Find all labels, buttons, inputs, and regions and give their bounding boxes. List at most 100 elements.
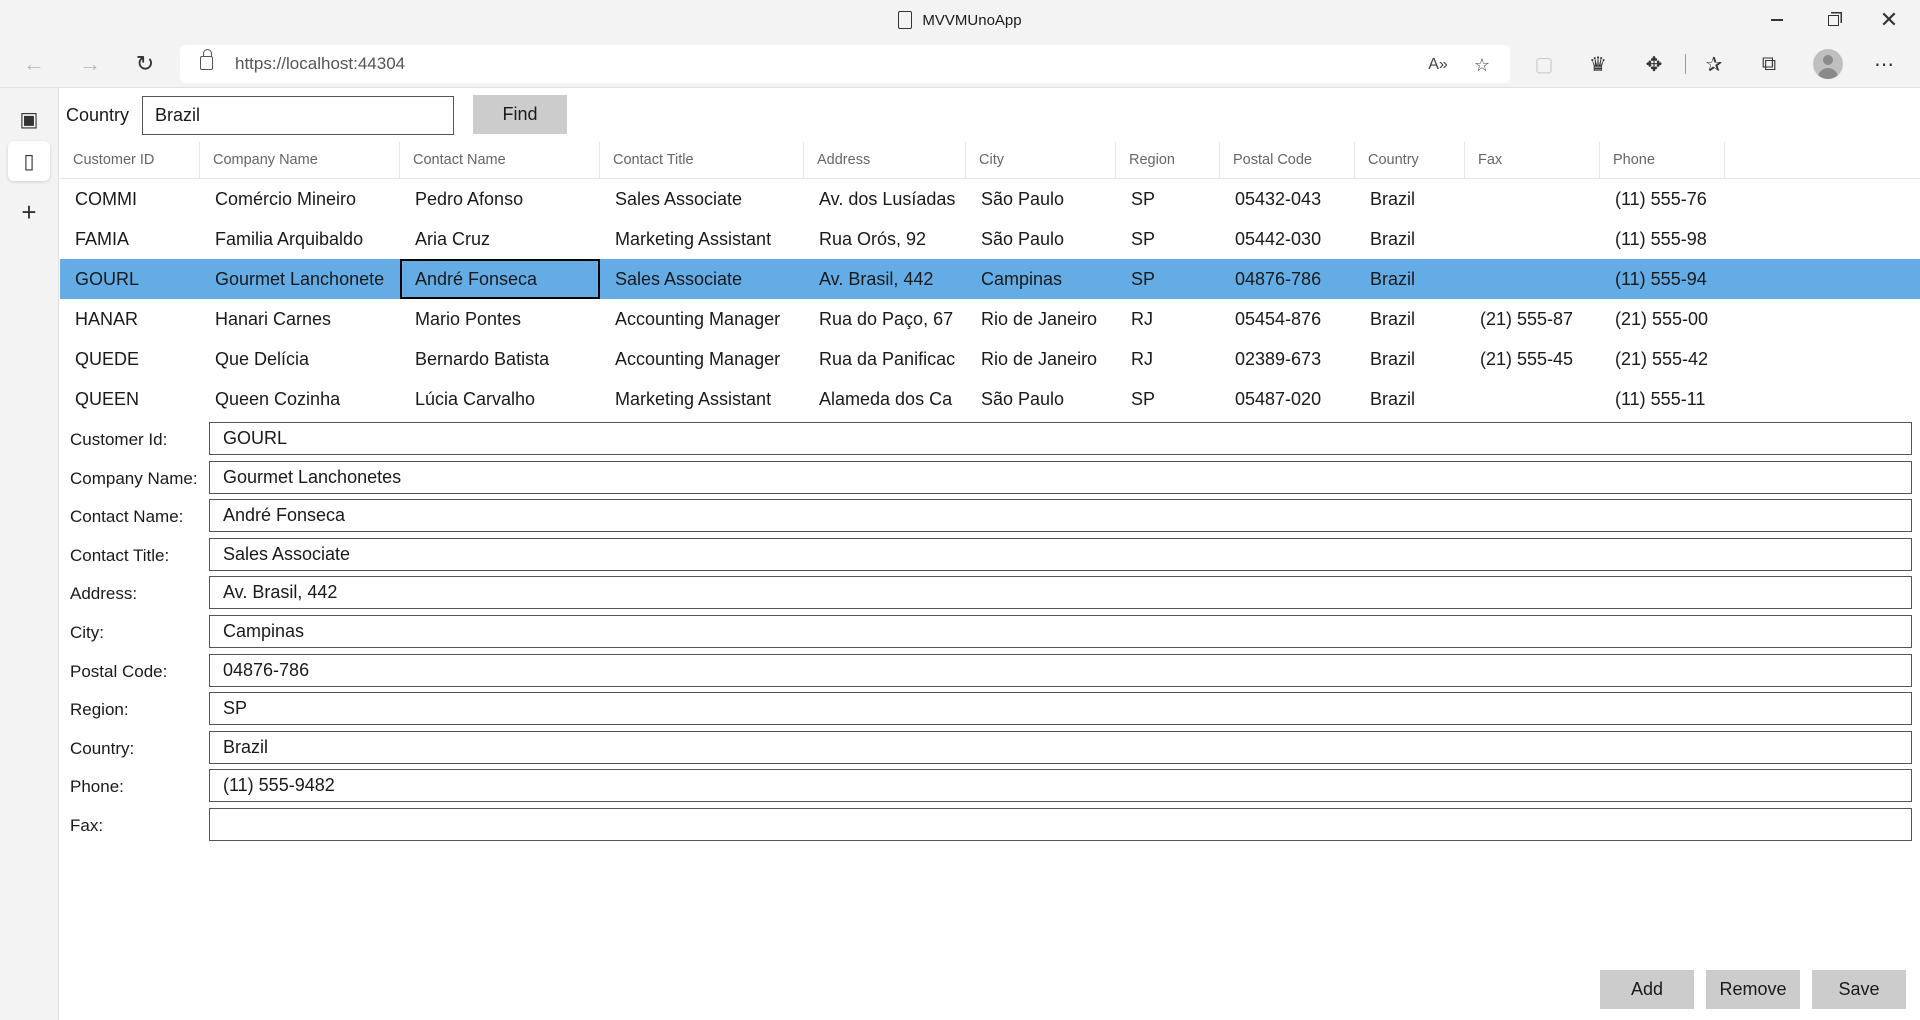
cell-address[interactable]: Av. dos Lusíadas bbox=[804, 179, 966, 219]
cell-country[interactable]: Brazil bbox=[1355, 339, 1465, 379]
cell-contact-name[interactable]: Mario Pontes bbox=[400, 299, 600, 339]
cell-postal-code[interactable]: 05487-020 bbox=[1220, 379, 1355, 419]
new-tab-button[interactable]: + bbox=[8, 192, 50, 232]
cell-postal-code[interactable]: 02389-673 bbox=[1220, 339, 1355, 379]
table-row[interactable]: HANAR Hanari Carnes Mario Pontes Accounting… bbox=[60, 299, 1920, 339]
column-header-postal-code[interactable]: Postal Code bbox=[1220, 142, 1355, 179]
cell-company-name[interactable]: Que Delícia bbox=[200, 339, 400, 379]
forward-button[interactable]: → bbox=[70, 44, 110, 84]
cell-fax[interactable] bbox=[1465, 179, 1600, 219]
cell-phone[interactable]: (21) 555-00 bbox=[1600, 299, 1725, 339]
cell-contact-name[interactable]: Bernardo Batista bbox=[400, 339, 600, 379]
cell-customer-id[interactable]: QUEEN bbox=[60, 379, 200, 419]
cell-city[interactable]: São Paulo bbox=[966, 219, 1116, 259]
cell-postal-code[interactable]: 05432-043 bbox=[1220, 179, 1355, 219]
phone-field[interactable]: (11) 555-9482 bbox=[209, 769, 1912, 803]
minimize-button[interactable] bbox=[1750, 0, 1804, 40]
remove-button[interactable]: Remove bbox=[1706, 970, 1800, 1009]
cell-fax[interactable] bbox=[1465, 379, 1600, 419]
cell-address[interactable]: Rua da Panificac bbox=[804, 339, 966, 379]
cell-region[interactable]: SP bbox=[1116, 259, 1220, 299]
cell-country[interactable]: Brazil bbox=[1355, 219, 1465, 259]
column-header-contact-name[interactable]: Contact Name bbox=[400, 142, 600, 179]
column-header-city[interactable]: City bbox=[966, 142, 1116, 179]
cell-fax[interactable]: (21) 555-45 bbox=[1465, 339, 1600, 379]
cell-region[interactable]: SP bbox=[1116, 379, 1220, 419]
cell-contact-title[interactable]: Marketing Assistant bbox=[600, 379, 804, 419]
cell-contact-name[interactable]: Pedro Afonso bbox=[400, 179, 600, 219]
address-bar[interactable]: https://localhost:44304 A» ☆ bbox=[180, 45, 1510, 83]
cell-contact-name[interactable]: André Fonseca bbox=[400, 259, 600, 299]
cell-country[interactable]: Brazil bbox=[1355, 299, 1465, 339]
cell-city[interactable]: Rio de Janeiro bbox=[966, 299, 1116, 339]
maximize-button[interactable] bbox=[1806, 0, 1860, 40]
cell-city[interactable]: São Paulo bbox=[966, 379, 1116, 419]
postal-code-field[interactable]: 04876-786 bbox=[209, 653, 1912, 687]
column-header-address[interactable]: Address bbox=[804, 142, 966, 179]
cell-country[interactable]: Brazil bbox=[1355, 259, 1465, 299]
address-field[interactable]: Av. Brasil, 442 bbox=[209, 576, 1912, 610]
cell-customer-id[interactable]: COMMI bbox=[60, 179, 200, 219]
favorites-icon[interactable]: ✰ bbox=[1700, 50, 1728, 78]
table-row[interactable]: QUEEN Queen Cozinha Lúcia Carvalho Marketin… bbox=[60, 379, 1920, 419]
cell-city[interactable]: Campinas bbox=[966, 259, 1116, 299]
contact-name-field[interactable]: André Fonseca bbox=[209, 499, 1912, 533]
cell-region[interactable]: SP bbox=[1116, 179, 1220, 219]
column-header-country[interactable]: Country bbox=[1355, 142, 1465, 179]
cell-postal-code[interactable]: 05454-876 bbox=[1220, 299, 1355, 339]
tab-actions-button[interactable]: ▣ bbox=[8, 99, 50, 139]
column-header-region[interactable]: Region bbox=[1116, 142, 1220, 179]
table-row[interactable]: COMMI Comércio Mineiro Pedro Afonso Sales A… bbox=[60, 179, 1920, 219]
reload-button[interactable]: ↻ bbox=[125, 44, 165, 84]
cell-country[interactable]: Brazil bbox=[1355, 179, 1465, 219]
city-field[interactable]: Campinas bbox=[209, 615, 1912, 648]
cell-company-name[interactable]: Familia Arquibaldo bbox=[200, 219, 400, 259]
cell-customer-id[interactable]: HANAR bbox=[60, 299, 200, 339]
cell-contact-title[interactable]: Accounting Manager bbox=[600, 299, 804, 339]
cell-contact-title[interactable]: Sales Associate bbox=[600, 179, 804, 219]
collections-icon[interactable]: ⧉ bbox=[1755, 50, 1783, 78]
fax-field[interactable] bbox=[209, 808, 1912, 841]
extension-icon[interactable]: ♛ bbox=[1584, 50, 1612, 78]
cell-address[interactable]: Rua do Paço, 67 bbox=[804, 299, 966, 339]
cell-city[interactable]: São Paulo bbox=[966, 179, 1116, 219]
more-icon[interactable]: ⋯ bbox=[1870, 50, 1898, 78]
column-header-company-name[interactable]: Company Name bbox=[200, 142, 400, 179]
cell-contact-title[interactable]: Sales Associate bbox=[600, 259, 804, 299]
cell-contact-title[interactable]: Accounting Manager bbox=[600, 339, 804, 379]
cell-region[interactable]: RJ bbox=[1116, 339, 1220, 379]
tab-current[interactable]: ▯ bbox=[8, 141, 50, 181]
cell-phone[interactable]: (11) 555-98 bbox=[1600, 219, 1725, 259]
cell-customer-id[interactable]: GOURL bbox=[60, 259, 200, 299]
cell-fax[interactable]: (21) 555-87 bbox=[1465, 299, 1600, 339]
cell-company-name[interactable]: Hanari Carnes bbox=[200, 299, 400, 339]
cell-contact-title[interactable]: Marketing Assistant bbox=[600, 219, 804, 259]
read-aloud-icon[interactable]: A» bbox=[1426, 53, 1450, 77]
cell-postal-code[interactable]: 04876-786 bbox=[1220, 259, 1355, 299]
country-search-input[interactable]: Brazil bbox=[142, 96, 454, 135]
cell-address[interactable]: Av. Brasil, 442 bbox=[804, 259, 966, 299]
cell-address[interactable]: Rua Orós, 92 bbox=[804, 219, 966, 259]
cell-phone[interactable]: (21) 555-42 bbox=[1600, 339, 1725, 379]
cell-customer-id[interactable]: QUEDE bbox=[60, 339, 200, 379]
close-button[interactable]: ✕ bbox=[1862, 0, 1916, 40]
column-header-phone[interactable]: Phone bbox=[1600, 142, 1725, 179]
extension-placeholder-icon[interactable]: ▢ bbox=[1530, 50, 1558, 78]
cell-fax[interactable] bbox=[1465, 259, 1600, 299]
back-button[interactable]: ← bbox=[14, 44, 54, 84]
column-header-customer-id[interactable]: Customer ID bbox=[60, 142, 200, 179]
cell-company-name[interactable]: Queen Cozinha bbox=[200, 379, 400, 419]
customer-id-field[interactable]: GOURL bbox=[209, 422, 1912, 455]
contact-title-field[interactable]: Sales Associate bbox=[209, 537, 1912, 571]
cell-customer-id[interactable]: FAMIA bbox=[60, 219, 200, 259]
add-button[interactable]: Add bbox=[1600, 970, 1694, 1009]
table-row[interactable]: GOURL Gourmet Lanchonete André Fonseca Sale… bbox=[60, 259, 1920, 299]
cell-postal-code[interactable]: 05442-030 bbox=[1220, 219, 1355, 259]
favorite-add-icon[interactable]: ☆ bbox=[1470, 53, 1494, 77]
company-name-field[interactable]: Gourmet Lanchonetes bbox=[209, 460, 1912, 494]
profile-icon[interactable] bbox=[1813, 49, 1843, 79]
cell-contact-name[interactable]: Lúcia Carvalho bbox=[400, 379, 600, 419]
column-header-contact-title[interactable]: Contact Title bbox=[600, 142, 804, 179]
cell-address[interactable]: Alameda dos Ca bbox=[804, 379, 966, 419]
cell-region[interactable]: RJ bbox=[1116, 299, 1220, 339]
